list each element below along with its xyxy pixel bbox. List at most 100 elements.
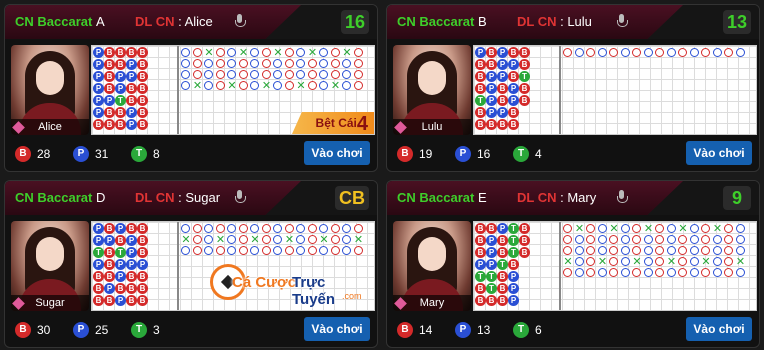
road-ring xyxy=(689,268,699,277)
bead-dot: B xyxy=(115,47,126,58)
mic-icon[interactable] xyxy=(235,14,246,28)
bead-dot: B xyxy=(508,107,519,118)
bead-dot: P xyxy=(104,95,115,106)
banker-count: 19 xyxy=(419,147,433,161)
watermark-logo: Cá Cược Trực Tuyến .com xyxy=(210,262,370,308)
bead-dot: B xyxy=(475,83,486,94)
road-ring xyxy=(330,59,340,68)
road-ring xyxy=(620,235,630,244)
bead-dot: P xyxy=(115,271,126,282)
bead-dot: B xyxy=(115,235,126,246)
dealer-face xyxy=(418,61,446,95)
tie-mark-icon: ✕ xyxy=(319,234,329,246)
road-ring xyxy=(296,59,305,68)
play-button[interactable]: Vào chơi xyxy=(686,141,752,165)
road-ring xyxy=(353,246,363,255)
bead-dot: P xyxy=(486,71,497,82)
road-ring xyxy=(712,235,722,244)
bead-dot: B xyxy=(137,247,148,258)
play-button[interactable]: Vào chơi xyxy=(304,141,370,165)
table-card-b[interactable]: CN Baccarat B DL CN : Lulu 13 Lulu PBPBB… xyxy=(386,4,760,172)
road-ring xyxy=(330,235,340,244)
table-title: CN Baccarat B xyxy=(397,14,487,29)
road-ring xyxy=(655,268,664,277)
bead-dot: B xyxy=(104,295,115,306)
road-ring xyxy=(666,224,676,233)
tie-mark-icon: ✕ xyxy=(238,47,249,59)
road-ring xyxy=(215,48,225,57)
road-ring xyxy=(273,224,282,233)
score-road: PBPBBBBPPBBPPBTBPBPBTPBPBBPPBBBBB xyxy=(473,45,757,135)
tie-badge: T xyxy=(131,322,147,338)
bead-dot: B xyxy=(475,119,486,130)
dealer-photo[interactable]: Sugar xyxy=(11,221,89,311)
bead-dot: B xyxy=(115,107,126,118)
dealer-photo[interactable]: Alice xyxy=(11,45,89,135)
bead-dot: B xyxy=(126,271,137,282)
play-button[interactable]: Vào chơi xyxy=(304,317,370,341)
dealer-label: DL CN : Sugar xyxy=(135,190,221,205)
bead-dot: P xyxy=(104,283,115,294)
road-ring xyxy=(563,224,572,233)
road-ring xyxy=(238,246,248,255)
road-ring xyxy=(342,235,351,244)
tie-mark-icon: ✕ xyxy=(597,256,608,268)
road-ring xyxy=(724,268,733,277)
bead-dot: B xyxy=(519,223,530,234)
road-ring xyxy=(261,235,271,244)
road-ring xyxy=(296,224,305,233)
tie-mark-icon: ✕ xyxy=(261,80,272,92)
play-button[interactable]: Vào chơi xyxy=(686,317,752,341)
road-ring xyxy=(261,246,271,255)
bead-dot: P xyxy=(497,107,508,118)
table-card-a[interactable]: CN Baccarat A DL CN : Alice 16 Alice PBB… xyxy=(4,4,378,172)
bead-dot: B xyxy=(137,283,148,294)
bead-dot: B xyxy=(104,259,115,270)
bead-dot: P xyxy=(126,119,137,130)
road-ring xyxy=(342,59,351,68)
mic-icon[interactable] xyxy=(617,14,628,28)
road-ring xyxy=(261,59,271,68)
dealer-photo[interactable]: Lulu xyxy=(393,45,471,135)
bead-dot: P xyxy=(126,71,137,82)
mic-icon[interactable] xyxy=(235,190,246,204)
road-ring xyxy=(586,246,595,255)
tie-mark-icon: ✕ xyxy=(204,47,214,59)
road-ring xyxy=(284,81,294,90)
bead-dot: B xyxy=(104,83,115,94)
road-ring xyxy=(586,235,595,244)
bead-dot: P xyxy=(508,295,519,306)
road-ring xyxy=(284,246,294,255)
table-footer: B 19 P 16 T4 Vào chơi xyxy=(387,135,759,171)
road-ring xyxy=(689,224,699,233)
road-ring xyxy=(689,235,699,244)
bead-dot: P xyxy=(93,235,104,246)
table-title: CN Baccarat E xyxy=(397,190,487,205)
road-ring xyxy=(712,257,722,266)
bead-dot: B xyxy=(497,235,508,246)
road-ring xyxy=(192,59,202,68)
table-footer: B 14 P 13 T6 Vào chơi xyxy=(387,311,759,347)
bead-dot: B xyxy=(519,83,530,94)
bead-dot: B xyxy=(137,95,148,106)
road-ring xyxy=(353,59,363,68)
road-ring xyxy=(724,246,733,255)
tie-mark-icon: ✕ xyxy=(701,256,711,268)
road-ring xyxy=(227,235,236,244)
mic-icon[interactable] xyxy=(617,190,628,204)
road-ring xyxy=(181,48,190,57)
road-ring xyxy=(261,224,271,233)
bead-dot: P xyxy=(486,83,497,94)
road-ring xyxy=(227,59,236,68)
dealer-photo[interactable]: Mary xyxy=(393,221,471,311)
bead-dot: T xyxy=(475,271,486,282)
road-ring xyxy=(227,246,236,255)
table-card-e[interactable]: CN Baccarat E DL CN : Mary 9 Mary BBPTBB… xyxy=(386,180,760,348)
bead-dot: B xyxy=(93,295,104,306)
road-ring xyxy=(284,70,294,79)
bead-dot: P xyxy=(126,107,137,118)
bead-dot: B xyxy=(486,295,497,306)
road-ring xyxy=(735,268,745,277)
road-ring xyxy=(215,59,225,68)
tie-mark-icon: ✕ xyxy=(609,223,619,235)
